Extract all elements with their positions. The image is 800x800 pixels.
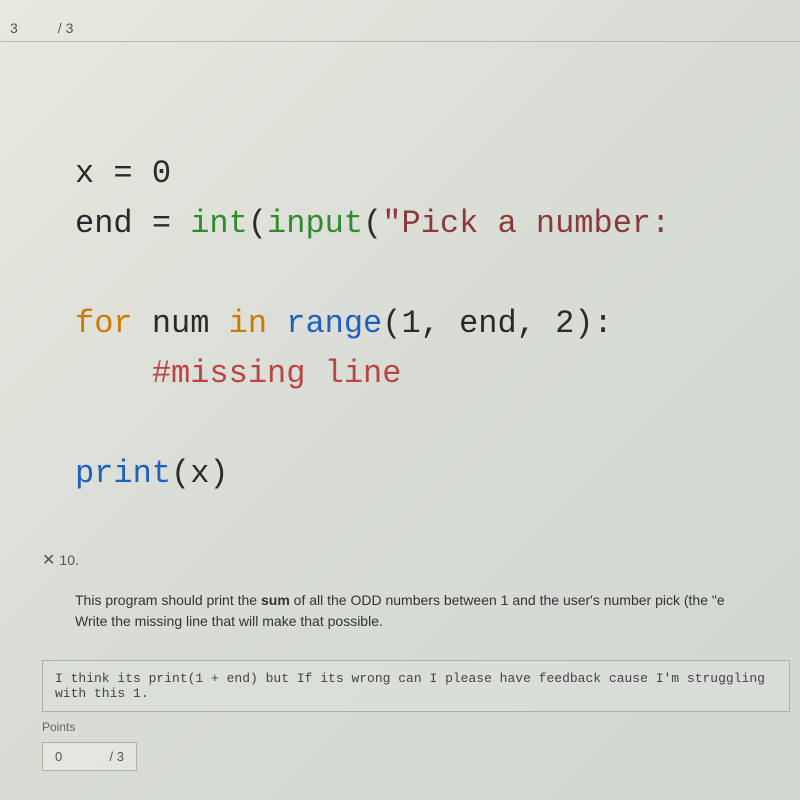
code-block: x = 0 end = int(input("Pick a number: fo…: [75, 150, 800, 500]
question-text: This program should print the sum of all…: [75, 590, 790, 632]
code-x: x: [190, 455, 209, 492]
code-var-end: end: [75, 205, 152, 242]
code-val-0: 0: [152, 155, 171, 192]
points-footer: Points 0 / 3: [42, 720, 137, 771]
code-print: print: [75, 455, 171, 492]
question-sum-bold: sum: [261, 592, 290, 608]
points-label: Points: [42, 720, 137, 734]
code-paren-1: (: [248, 205, 267, 242]
code-num: num: [133, 305, 229, 342]
question-text-part2: of all the ODD numbers between 1 and the…: [290, 592, 725, 608]
code-int: int: [190, 205, 248, 242]
points-header: 3 / 3: [0, 15, 800, 42]
code-paren-4: ): [209, 455, 228, 492]
code-line-3: for num in range(1, end, 2):: [75, 300, 800, 348]
score-total: / 3: [58, 20, 74, 36]
code-range-args: (1, end, 2):: [382, 305, 612, 342]
code-blank-2: [75, 400, 800, 448]
x-icon: ✕: [42, 550, 55, 570]
points-earned: 0: [55, 749, 62, 764]
code-input: input: [267, 205, 363, 242]
code-line-1: x = 0: [75, 150, 800, 198]
code-comment: #missing line: [75, 355, 401, 392]
score-earned: 3: [10, 20, 18, 36]
question-text-line2: Write the missing line that will make th…: [75, 613, 383, 629]
code-line-5: print(x): [75, 450, 800, 498]
points-values: 0 / 3: [42, 742, 137, 771]
answer-text: I think its print(1 + end) but If its wr…: [55, 671, 765, 701]
code-paren-2: (: [363, 205, 382, 242]
question-text-part1: This program should print the: [75, 592, 261, 608]
code-eq-1: =: [113, 155, 151, 192]
code-paren-3: (: [171, 455, 190, 492]
code-eq-2: =: [152, 205, 190, 242]
code-string: "Pick a number:: [382, 205, 670, 242]
answer-input[interactable]: I think its print(1 + end) but If its wr…: [42, 660, 790, 712]
question-number: 10.: [59, 552, 78, 568]
code-in: in: [229, 305, 267, 342]
question-marker: ✕ 10.: [42, 550, 79, 570]
code-for: for: [75, 305, 133, 342]
code-line-2: end = int(input("Pick a number:: [75, 200, 800, 248]
code-var-x: x: [75, 155, 113, 192]
code-blank-1: [75, 250, 800, 298]
code-range: range: [267, 305, 382, 342]
code-line-4: #missing line: [75, 350, 800, 398]
points-total: / 3: [109, 749, 123, 764]
